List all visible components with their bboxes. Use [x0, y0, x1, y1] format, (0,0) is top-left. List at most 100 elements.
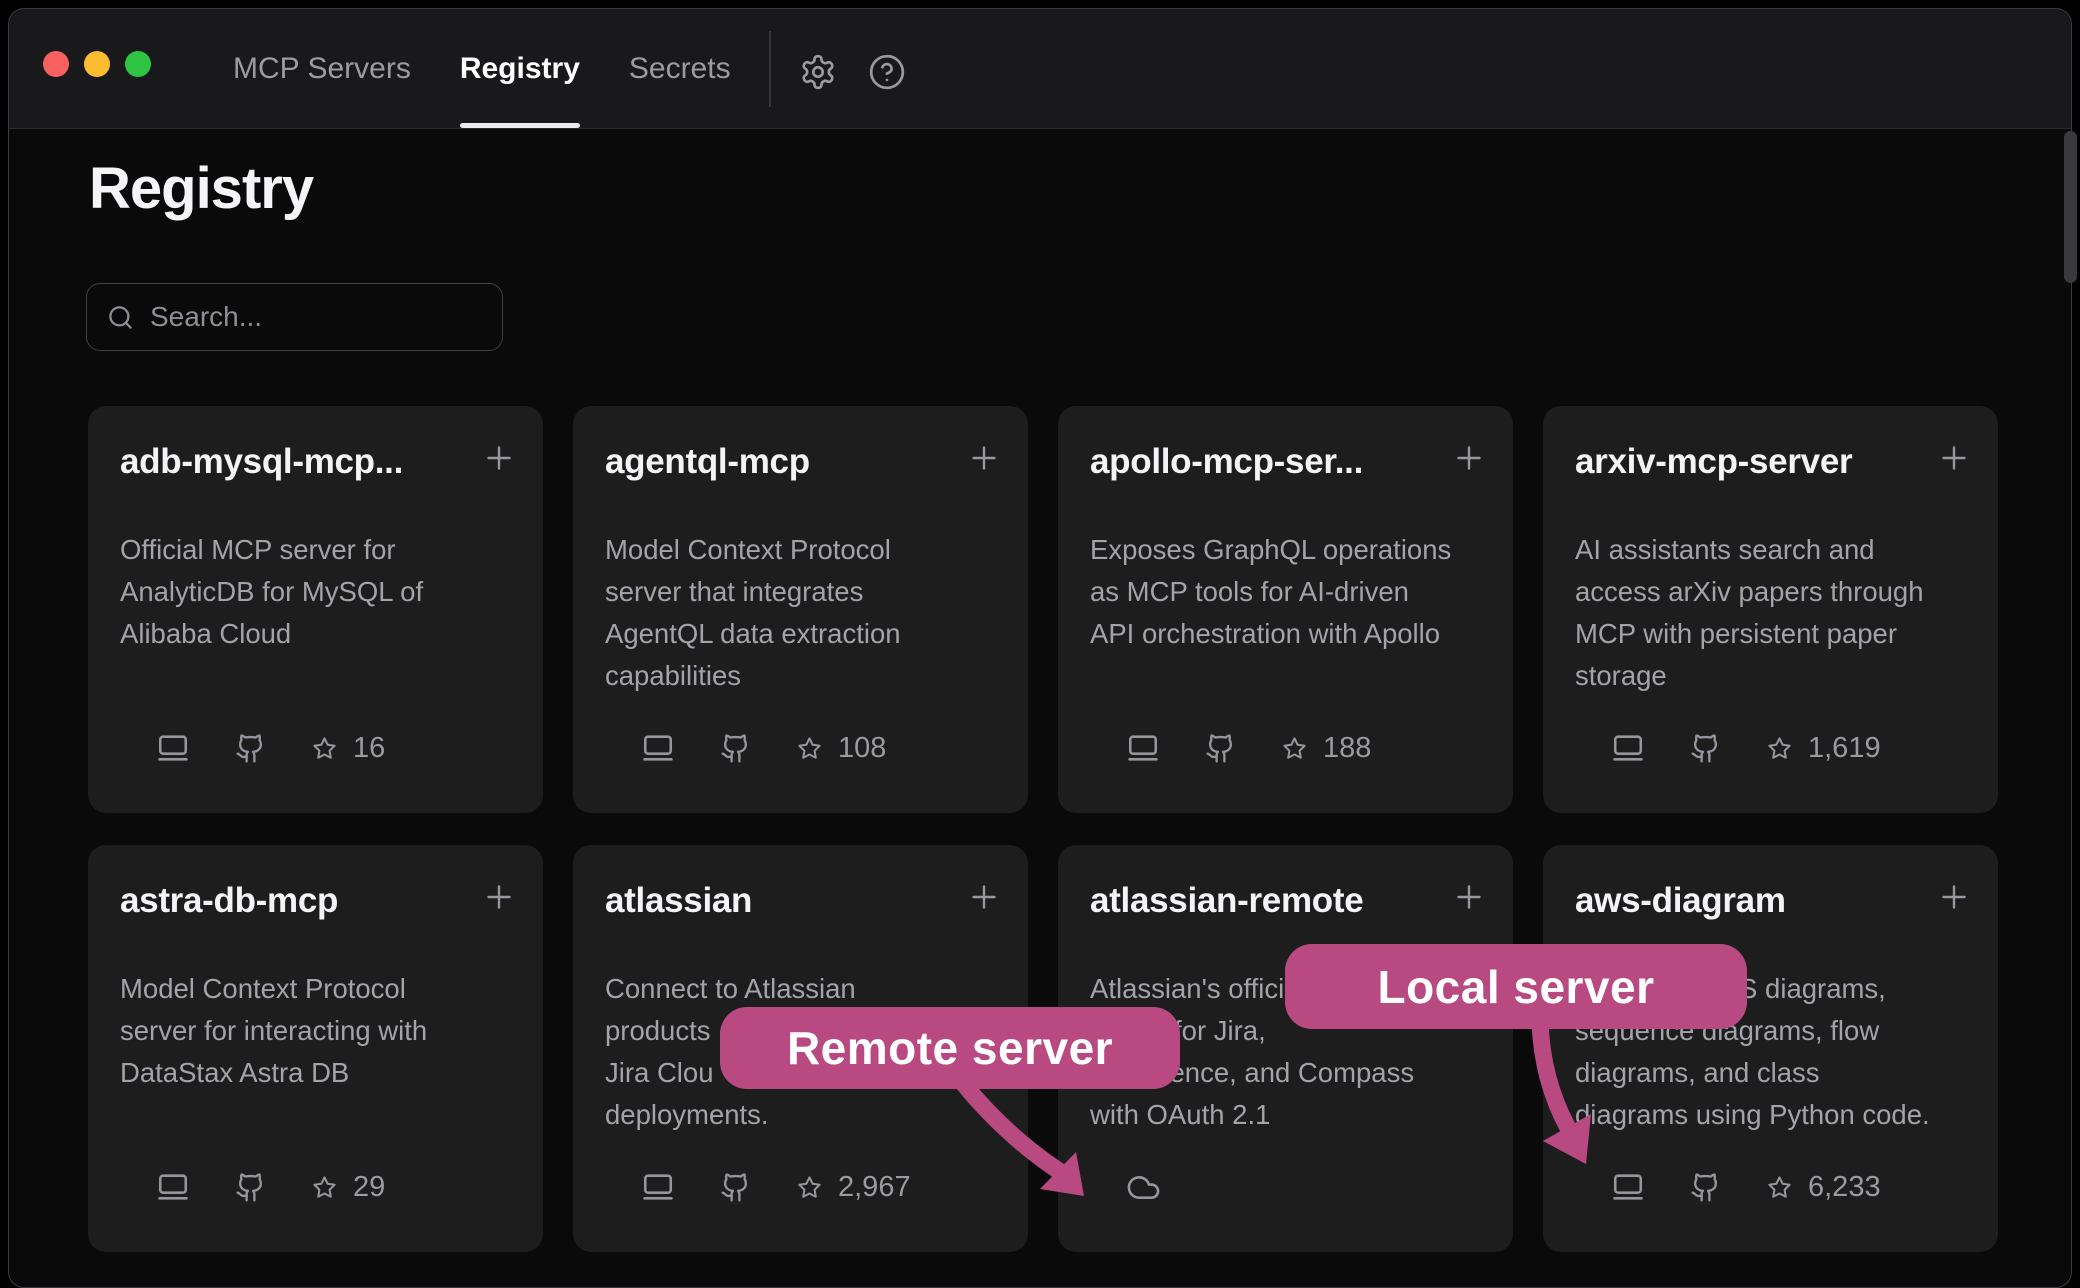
card-footer: 6,233 — [1611, 1166, 1976, 1208]
add-server-button[interactable] — [475, 873, 523, 921]
star-icon — [311, 1174, 338, 1201]
github-icon — [1690, 733, 1721, 764]
server-description: Exposes GraphQL operationsas MCP tools f… — [1090, 529, 1491, 655]
search-icon — [107, 304, 134, 331]
star-icon — [1281, 735, 1308, 762]
close-button[interactable] — [43, 51, 69, 77]
add-server-button[interactable] — [1930, 873, 1978, 921]
server-description: Atlassian's official MCPserver for Jira,… — [1090, 968, 1491, 1136]
plus-icon — [966, 440, 1002, 476]
scrollbar-thumb[interactable] — [2064, 131, 2077, 283]
plus-icon — [1451, 440, 1487, 476]
star-count: 16 — [353, 732, 385, 765]
cloud-icon — [1126, 1170, 1161, 1205]
server-description: Model Context Protocolserver for interac… — [120, 968, 521, 1094]
minimize-button[interactable] — [84, 51, 110, 77]
star-count: 188 — [1323, 732, 1371, 765]
star-count: 108 — [838, 732, 886, 765]
add-server-button[interactable] — [960, 434, 1008, 482]
star-icon — [1766, 1174, 1793, 1201]
tab-secrets[interactable]: Secrets — [629, 9, 731, 128]
github-icon — [720, 733, 751, 764]
server-description: AI assistants search andaccess arXiv pap… — [1575, 529, 1976, 697]
laptop-icon — [156, 731, 190, 765]
main-tabs: MCP Servers Registry Secrets — [233, 9, 731, 128]
plus-icon — [1936, 440, 1972, 476]
server-name: atlassian — [605, 881, 946, 921]
help-button[interactable] — [863, 48, 911, 96]
server-card[interactable]: atlassian-remote Atlassian's official MCP… — [1058, 845, 1513, 1252]
plus-icon — [1936, 879, 1972, 915]
tab-registry[interactable]: Registry — [460, 9, 580, 128]
plus-icon — [966, 879, 1002, 915]
star-count-group: 29 — [311, 1171, 385, 1204]
server-card[interactable]: adb-mysql-mcp...Official MCP server forA… — [88, 406, 543, 813]
star-icon — [1766, 735, 1793, 762]
server-name: aws-diagram — [1575, 881, 1916, 921]
tab-mcp-servers[interactable]: MCP Servers — [233, 9, 411, 128]
star-count-group: 16 — [311, 732, 385, 765]
add-server-button[interactable] — [475, 434, 523, 482]
server-name: atlassian-remote — [1090, 881, 1431, 921]
add-server-button[interactable] — [1445, 873, 1493, 921]
laptop-icon — [156, 1170, 190, 1204]
server-name: apollo-mcp-ser... — [1090, 442, 1431, 482]
help-icon — [868, 53, 906, 91]
page-title: Registry — [89, 155, 313, 222]
card-footer: 16 — [156, 727, 521, 769]
laptop-icon — [641, 1170, 675, 1204]
search-input[interactable] — [148, 300, 482, 334]
add-server-button[interactable] — [1445, 434, 1493, 482]
card-footer: 2,967 — [641, 1166, 1006, 1208]
zoom-button[interactable] — [125, 51, 151, 77]
card-footer: 188 — [1126, 727, 1491, 769]
laptop-icon — [1611, 731, 1645, 765]
card-footer: 29 — [156, 1166, 521, 1208]
title-bar: MCP Servers Registry Secrets — [9, 9, 2071, 129]
server-description: Generate AWS diagrams,sequence diagrams,… — [1575, 968, 1976, 1136]
card-footer: 1,619 — [1611, 727, 1976, 769]
card-footer — [1126, 1166, 1491, 1208]
laptop-icon — [1126, 731, 1160, 765]
plus-icon — [481, 879, 517, 915]
star-count: 29 — [353, 1171, 385, 1204]
github-icon — [720, 1172, 751, 1203]
server-name: astra-db-mcp — [120, 881, 461, 921]
plus-icon — [481, 440, 517, 476]
settings-button[interactable] — [794, 48, 842, 96]
server-card[interactable]: astra-db-mcp Model Context Protocolserver… — [88, 845, 543, 1252]
app-window: MCP Servers Registry Secrets Registry ad… — [8, 8, 2072, 1288]
star-icon — [796, 1174, 823, 1201]
card-footer: 108 — [641, 727, 1006, 769]
server-card[interactable]: arxiv-mcp-server AI assistants search and… — [1543, 406, 1998, 813]
star-count-group: 108 — [796, 732, 886, 765]
server-name: arxiv-mcp-server — [1575, 442, 1916, 482]
star-count: 2,967 — [838, 1171, 911, 1204]
github-icon — [1205, 733, 1236, 764]
star-count-group: 2,967 — [796, 1171, 911, 1204]
toolbar-divider — [769, 31, 771, 107]
server-description: Model Context Protocolserver that integr… — [605, 529, 1006, 697]
github-icon — [1690, 1172, 1721, 1203]
add-server-button[interactable] — [960, 873, 1008, 921]
server-card[interactable]: agentql-mcp Model Context Protocolserver … — [573, 406, 1028, 813]
star-icon — [796, 735, 823, 762]
add-server-button[interactable] — [1930, 434, 1978, 482]
gear-icon — [799, 53, 837, 91]
star-count: 1,619 — [1808, 732, 1881, 765]
star-count: 6,233 — [1808, 1171, 1881, 1204]
server-description: Connect to AtlassianproductsJira Cloudep… — [605, 968, 1006, 1136]
server-name: agentql-mcp — [605, 442, 946, 482]
server-card[interactable]: aws-diagram Generate AWS diagrams,sequenc… — [1543, 845, 1998, 1252]
registry-grid: adb-mysql-mcp...Official MCP server forA… — [88, 406, 1998, 1252]
github-icon — [235, 733, 266, 764]
laptop-icon — [1611, 1170, 1645, 1204]
server-name: adb-mysql-mcp... — [120, 442, 461, 482]
server-card[interactable]: atlassian Connect to AtlassianproductsJir… — [573, 845, 1028, 1252]
star-count-group: 188 — [1281, 732, 1371, 765]
window-controls — [43, 51, 151, 77]
server-card[interactable]: apollo-mcp-ser... Exposes GraphQL operati… — [1058, 406, 1513, 813]
github-icon — [235, 1172, 266, 1203]
star-count-group: 6,233 — [1766, 1171, 1881, 1204]
search-box — [86, 283, 503, 351]
